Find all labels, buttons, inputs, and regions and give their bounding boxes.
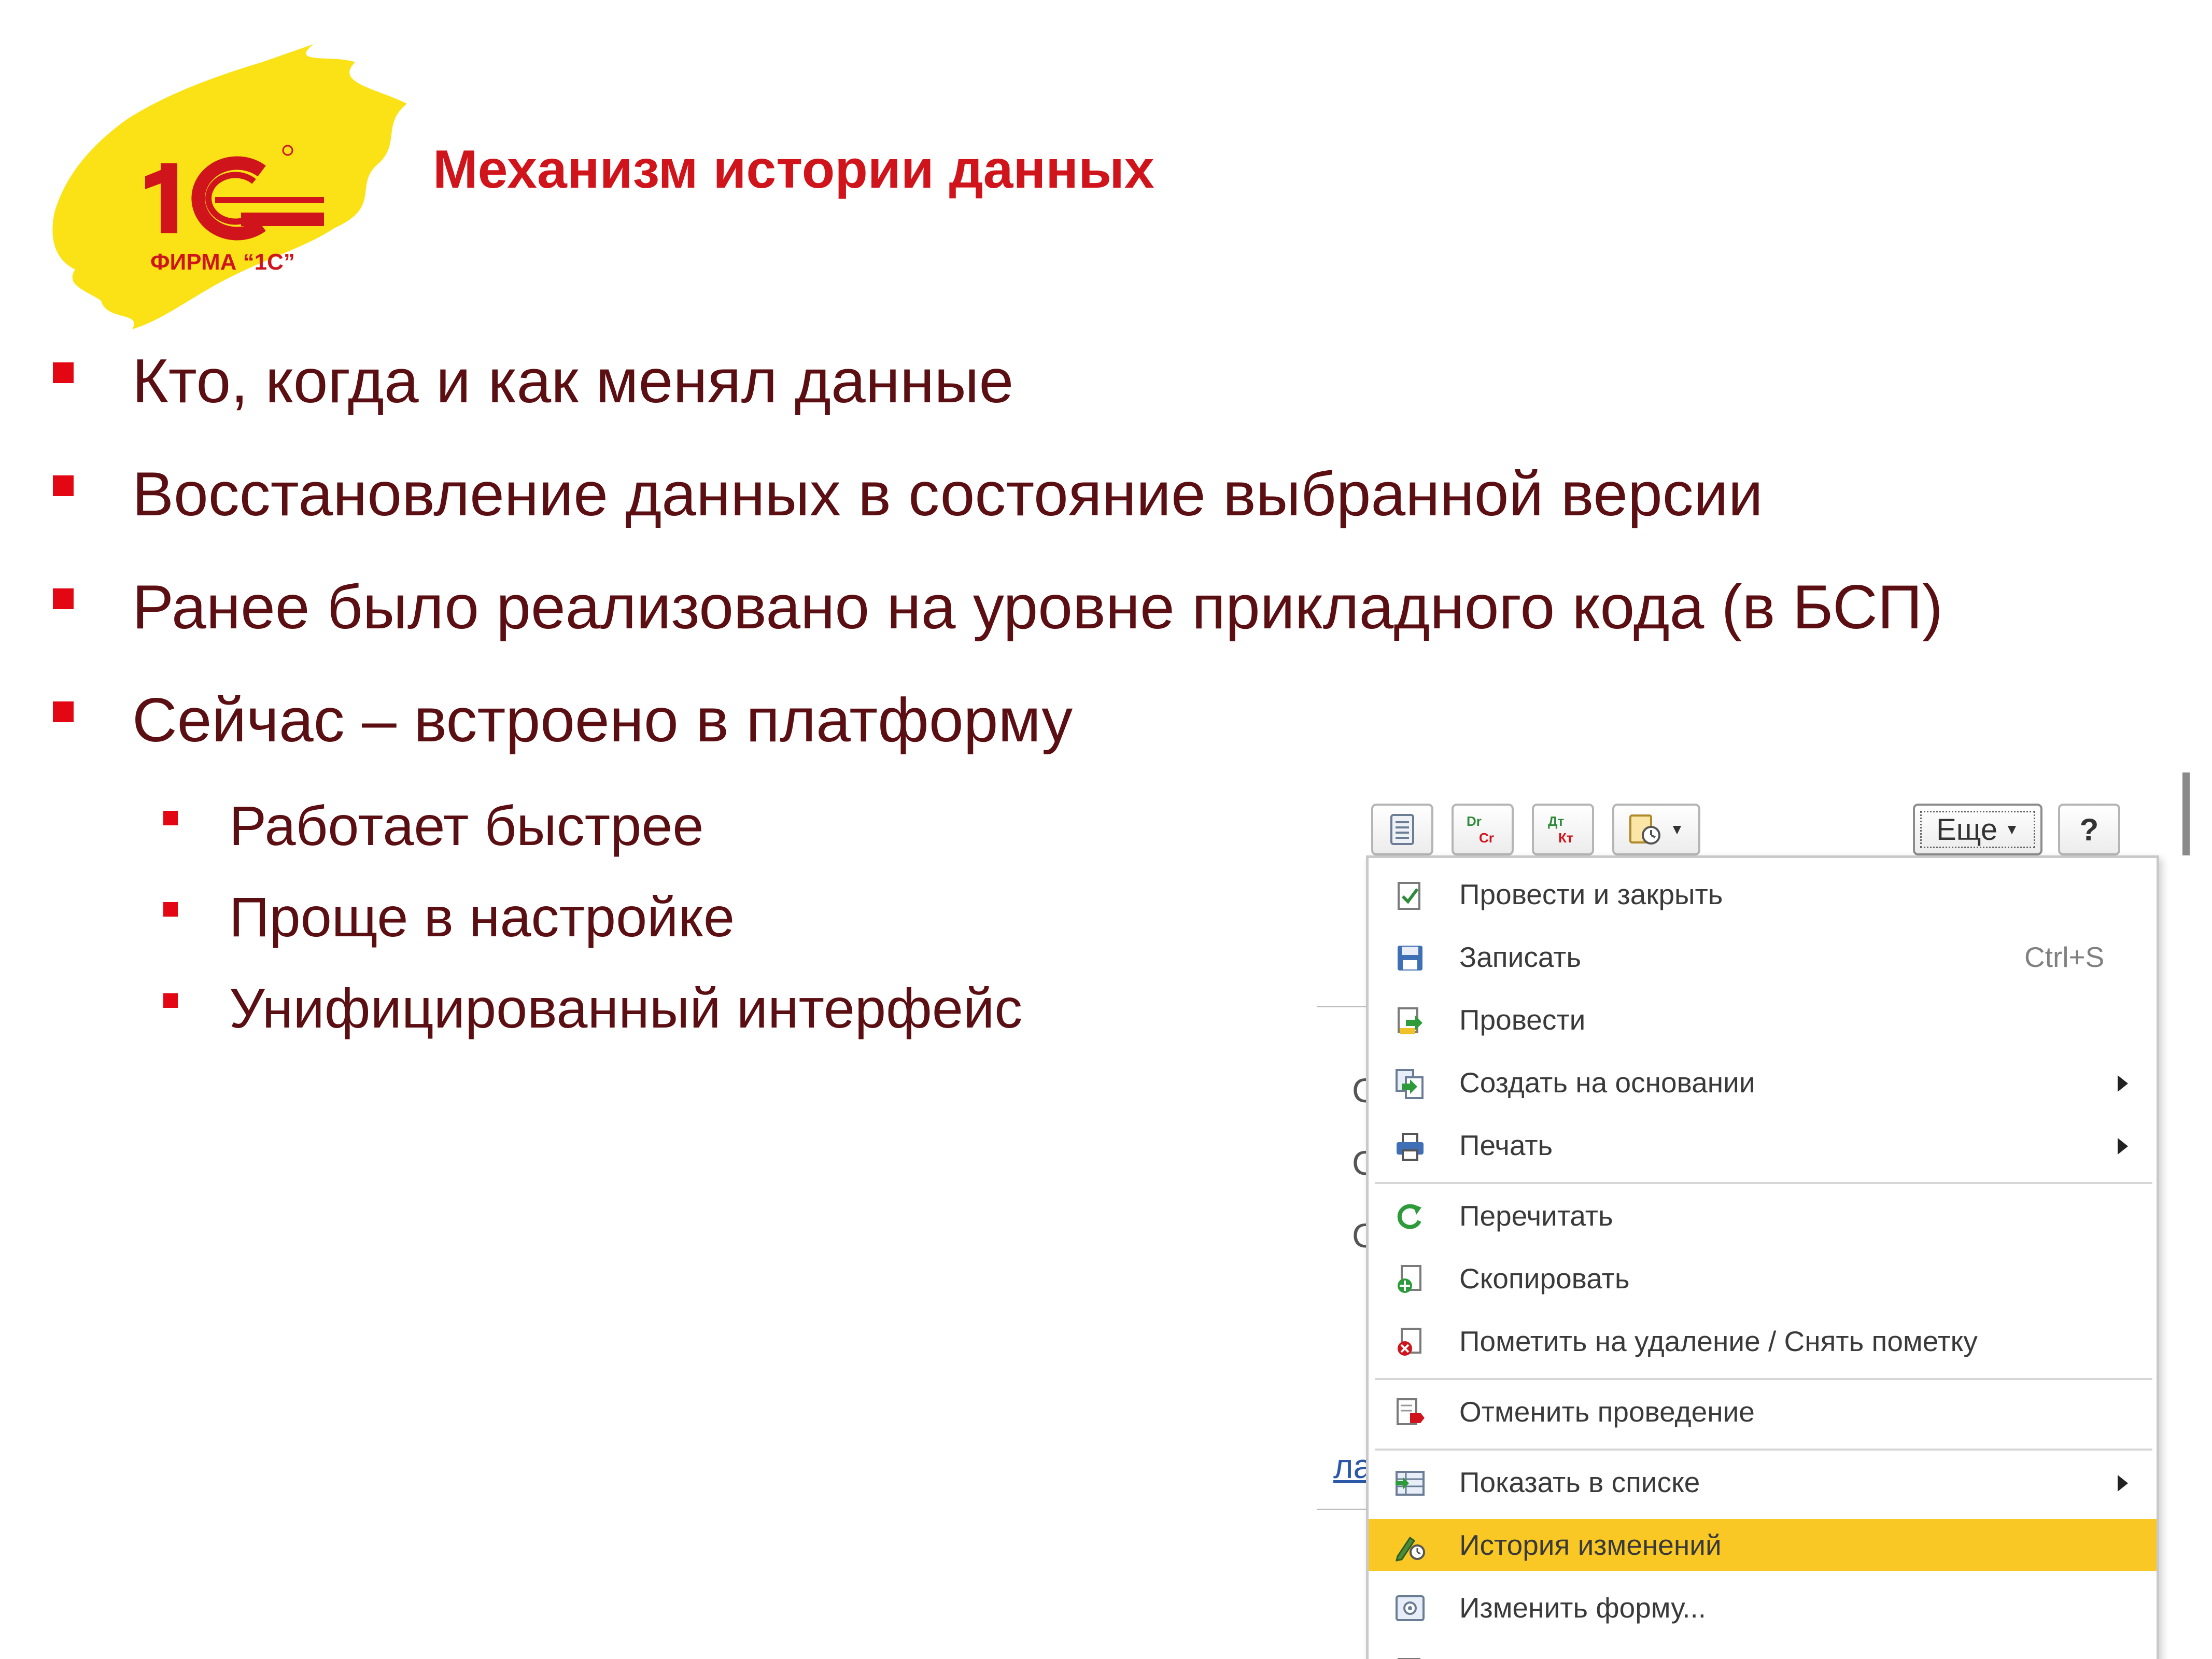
menu-item-shortcut: Ctrl+S xyxy=(2024,941,2105,973)
menu-separator xyxy=(1375,1449,2152,1451)
menu-item-copy[interactable]: Скопировать xyxy=(1369,1253,2157,1304)
menu-item-label: Провести и закрыть xyxy=(1459,878,1723,910)
sub-bullet-text: Работает быстрее xyxy=(229,794,704,857)
report-dropdown-icon xyxy=(1629,814,1661,845)
svg-text:Dr: Dr xyxy=(1467,813,1482,829)
save-icon xyxy=(1394,943,1426,974)
submenu-arrow-icon xyxy=(2118,1138,2128,1155)
sub-bullet-marker xyxy=(163,902,178,917)
menu-item-show-in-list[interactable]: Показать в списке xyxy=(1369,1456,2157,1508)
menu-item-label: Провести xyxy=(1459,1004,1586,1036)
menu-item-post-and-close[interactable]: Провести и закрыть xyxy=(1369,868,2157,920)
bullet-text: Кто, когда и как менял данные xyxy=(132,346,1014,416)
menu-item-partial[interactable] xyxy=(1369,1644,2157,1659)
menu-item-print[interactable]: Печать xyxy=(1369,1119,2157,1171)
bullet-text: Ранее было реализовано на уровне приклад… xyxy=(132,572,1943,642)
bullet-marker xyxy=(53,588,74,609)
create-based-on-icon xyxy=(1394,1068,1426,1099)
post-icon xyxy=(1394,1005,1426,1036)
copy-icon xyxy=(1394,1264,1426,1295)
help-button-label: ? xyxy=(2079,812,2099,847)
slide-title: Механизм истории данных xyxy=(433,139,1154,200)
menu-item-label: История изменений xyxy=(1459,1529,1722,1561)
menu-item-label: Печать xyxy=(1459,1129,1553,1161)
cancel-posting-icon xyxy=(1394,1397,1426,1428)
sub-bullet-marker xyxy=(163,993,178,1008)
reread-icon xyxy=(1394,1201,1426,1232)
svg-text:Cr: Cr xyxy=(1479,830,1494,846)
dt-kt-icon: Дт Кт xyxy=(1548,813,1573,846)
menu-item-reread[interactable]: Перечитать xyxy=(1369,1190,2157,1242)
svg-text:Кт: Кт xyxy=(1558,830,1573,846)
menu-item-label: Отменить проведение xyxy=(1459,1396,1755,1428)
show-in-list-icon xyxy=(1394,1468,1426,1499)
print-icon xyxy=(1394,1131,1426,1162)
bullet-marker xyxy=(53,475,74,496)
app-screenshot: С С С ла Dr Cr Дт Кт ▼ Еще ▼ ? Провести … xyxy=(1317,767,2212,1659)
menu-item-label: Изменить форму... xyxy=(1459,1592,1707,1624)
bullet-text: Сейчас – встроено в платформу xyxy=(132,685,1073,755)
sub-bullet-marker xyxy=(163,811,178,825)
chevron-down-icon: ▼ xyxy=(1670,821,1684,837)
menu-item-cancel-posting[interactable]: Отменить проведение xyxy=(1369,1386,2157,1438)
menu-item-label: Создать на основании xyxy=(1459,1066,1755,1099)
dr-cr-button[interactable]: Dr Cr xyxy=(1452,804,1514,855)
menu-item-mark-deletion[interactable]: Пометить на удаление / Снять пометку xyxy=(1369,1315,2157,1367)
window-scrollbar[interactable] xyxy=(2182,772,2190,855)
menu-separator xyxy=(1375,1378,2152,1380)
bullet-marker xyxy=(53,362,74,383)
menu-item-change-history[interactable]: История изменений xyxy=(1369,1519,2157,1571)
document-list-icon xyxy=(1390,814,1414,845)
change-form-icon xyxy=(1394,1593,1426,1624)
post-and-close-icon xyxy=(1394,880,1426,911)
submenu-arrow-icon xyxy=(2118,1075,2128,1092)
firma-1c-logo: ФИРМА “1С” xyxy=(44,41,407,332)
background-divider xyxy=(1317,1006,1369,1007)
sub-bullet-text: Проще в настройке xyxy=(229,885,735,948)
svg-text:Дт: Дт xyxy=(1548,813,1565,829)
menu-item-create-based-on[interactable]: Создать на основании xyxy=(1369,1057,2157,1108)
report-dropdown-button[interactable]: ▼ xyxy=(1612,804,1700,855)
change-history-icon xyxy=(1394,1530,1426,1562)
menu-item-label: Показать в списке xyxy=(1459,1466,1700,1498)
bullet-marker xyxy=(53,701,74,722)
menu-item-post[interactable]: Провести xyxy=(1369,994,2157,1046)
menu-separator xyxy=(1375,1182,2152,1184)
dr-cr-icon: Dr Cr xyxy=(1467,813,1494,846)
menu-item-save[interactable]: Записать Ctrl+S xyxy=(1369,931,2157,983)
menu-item-label: Записать xyxy=(1459,941,1582,973)
mark-deletion-icon xyxy=(1394,1327,1426,1358)
background-divider xyxy=(1317,1509,1369,1510)
focus-frame xyxy=(1920,811,2035,848)
menu-item-label: Скопировать xyxy=(1459,1262,1630,1295)
menu-item-label: Пометить на удаление / Снять пометку xyxy=(1459,1325,1978,1357)
logo-text: ФИРМА “1С” xyxy=(150,249,295,275)
more-actions-menu: Провести и закрыть Записать Ctrl+S Прове… xyxy=(1366,855,2159,1659)
more-button[interactable]: Еще ▼ xyxy=(1913,804,2042,855)
submenu-arrow-icon xyxy=(2118,1475,2128,1492)
dt-kt-button[interactable]: Дт Кт xyxy=(1532,804,1594,855)
bullet-text: Восстановление данных в состояние выбран… xyxy=(132,459,1763,529)
help-button[interactable]: ? xyxy=(2058,804,2120,855)
sub-bullet-text: Унифицированный интерфейс xyxy=(229,977,1023,1039)
menu-item-change-form[interactable]: Изменить форму... xyxy=(1369,1582,2157,1634)
menu-item-icon xyxy=(1394,1656,1426,1659)
menu-item-label: Перечитать xyxy=(1459,1200,1613,1232)
document-list-button[interactable] xyxy=(1371,804,1433,855)
